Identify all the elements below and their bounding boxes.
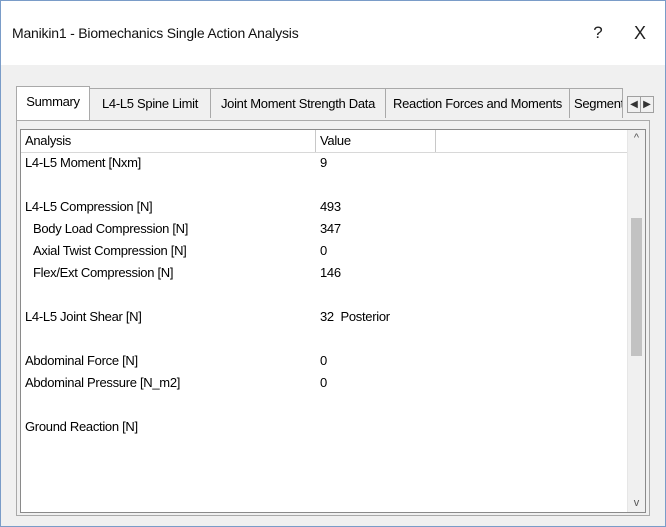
summary-panel: Analysis Value L4-L5 Moment [Nxm] 9 L4-L… [16, 120, 650, 516]
table-row[interactable]: Abdominal Pressure [N_m2] 0 [21, 372, 631, 394]
table-row[interactable] [21, 174, 631, 196]
window-title: Manikin1 - Biomechanics Single Action An… [12, 25, 299, 41]
tab-summary[interactable]: Summary [16, 86, 90, 120]
value-cell: 146 [320, 265, 341, 280]
help-button[interactable]: ? [584, 19, 612, 47]
value-cell: 9 [320, 155, 327, 170]
analysis-cell: Flex/Ext Compression [N] [33, 265, 174, 280]
value-cell: 0 [320, 353, 327, 368]
analysis-cell: Abdominal Pressure [N_m2] [25, 375, 181, 390]
value-cell: 32 Posterior [320, 309, 390, 324]
analysis-cell: Axial Twist Compression [N] [33, 243, 187, 258]
analysis-cell: Abdominal Force [N] [25, 353, 138, 368]
close-button[interactable]: X [623, 19, 657, 47]
value-cell: 0 [320, 375, 327, 390]
tab-strip: Summary L4-L5 Spine Limit Joint Moment S… [16, 86, 654, 120]
analysis-cell: Body Load Compression [N] [33, 221, 189, 236]
scrollbar-thumb[interactable] [631, 218, 642, 356]
tab-joint-moment-strength-data[interactable]: Joint Moment Strength Data [210, 88, 386, 118]
table-row[interactable] [21, 328, 631, 350]
table-row[interactable]: L4-L5 Joint Shear [N] 32 Posterior [21, 306, 631, 328]
vertical-scrollbar[interactable]: ^ v [627, 130, 645, 512]
table-row[interactable]: Ground Reaction [N] [21, 416, 631, 438]
table-row[interactable]: L4-L5 Moment [Nxm] 9 [21, 152, 631, 174]
value-cell: 493 [320, 199, 341, 214]
table-row[interactable]: Abdominal Force [N] 0 [21, 350, 631, 372]
tab-segment[interactable]: Segment I [569, 88, 623, 118]
table-row[interactable]: L4-L5 Compression [N] 493 [21, 196, 631, 218]
value-cell: 0 [320, 243, 327, 258]
table-row[interactable]: Axial Twist Compression [N] 0 [21, 240, 631, 262]
table-row[interactable]: Body Load Compression [N] 347 [21, 218, 631, 240]
scroll-up-icon[interactable]: ^ [628, 130, 645, 147]
analysis-window: Manikin1 - Biomechanics Single Action An… [0, 0, 666, 527]
tab-l4-l5-spine-limit[interactable]: L4-L5 Spine Limit [89, 88, 211, 118]
table-row[interactable]: Flex/Ext Compression [N] 146 [21, 262, 631, 284]
column-header-extra[interactable] [436, 130, 631, 152]
column-header-analysis[interactable]: Analysis [21, 130, 316, 152]
title-bar: Manikin1 - Biomechanics Single Action An… [1, 1, 665, 65]
value-cell: 347 [320, 221, 341, 236]
scroll-down-icon[interactable]: v [628, 495, 645, 512]
analysis-grid: Analysis Value L4-L5 Moment [Nxm] 9 L4-L… [20, 129, 646, 513]
tab-scroll-right-icon[interactable]: ▶ [640, 96, 654, 113]
analysis-cell: L4-L5 Compression [N] [25, 199, 153, 214]
analysis-cell: Ground Reaction [N] [25, 419, 138, 434]
grid-header: Analysis Value [21, 130, 631, 153]
tab-scroll-left-icon[interactable]: ◀ [627, 96, 641, 113]
table-row[interactable] [21, 284, 631, 306]
analysis-cell: L4-L5 Joint Shear [N] [25, 309, 142, 324]
analysis-cell: L4-L5 Moment [Nxm] [25, 155, 141, 170]
tab-reaction-forces-and-moments[interactable]: Reaction Forces and Moments [385, 88, 570, 118]
table-row[interactable] [21, 394, 631, 416]
column-header-value[interactable]: Value [316, 130, 436, 152]
